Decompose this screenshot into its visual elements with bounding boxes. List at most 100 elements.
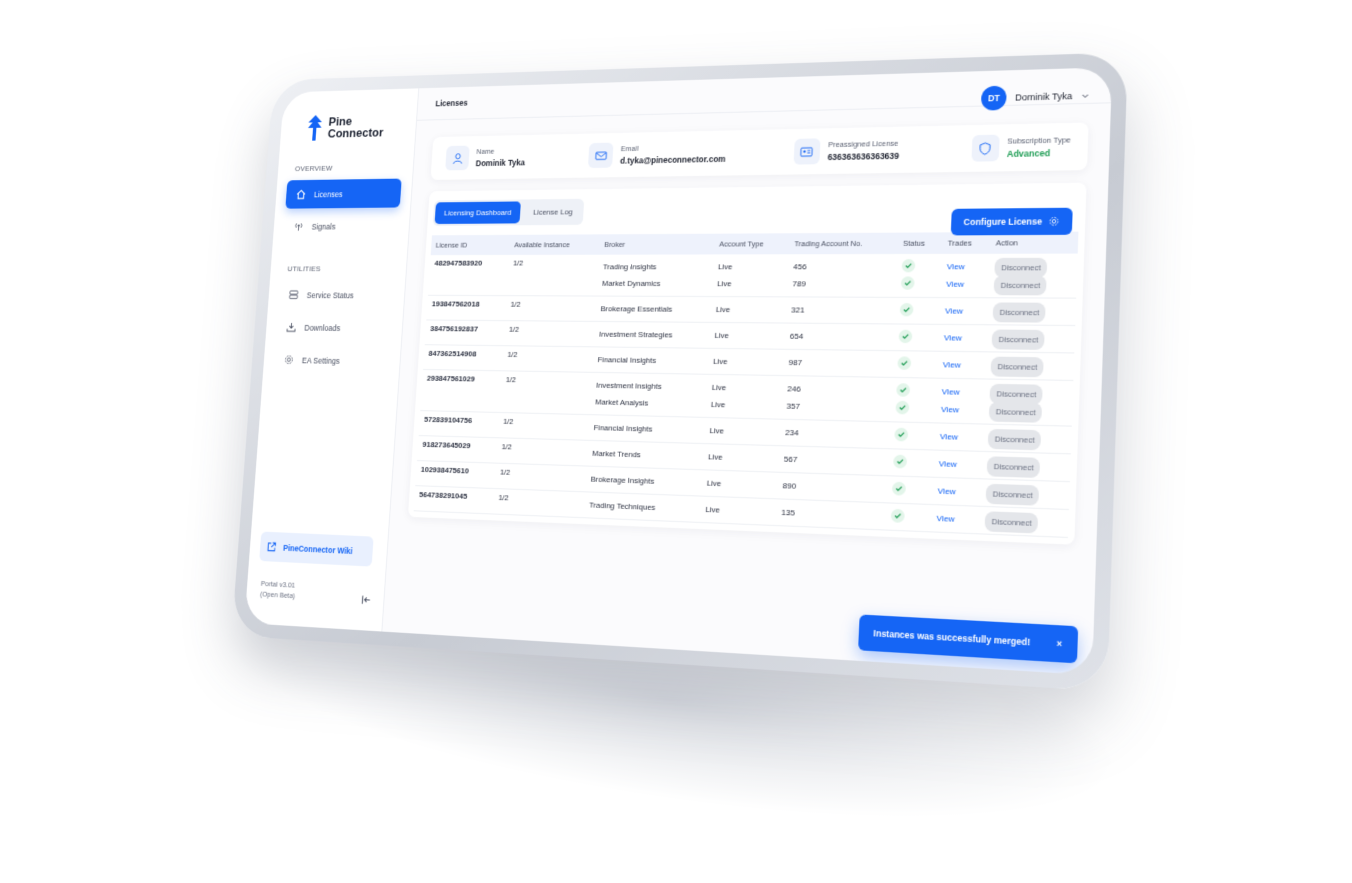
breadcrumb: Licenses [435, 98, 468, 109]
disconnect-button[interactable]: Disconnect [992, 302, 1047, 323]
license-id: 918273645029 [422, 439, 471, 451]
disconnect-button[interactable]: Disconnect [988, 401, 1043, 423]
view-trades-link[interactable]: View [945, 302, 983, 320]
license-id-cell: 918273645029 [416, 435, 498, 464]
view-trades-link[interactable]: View [941, 401, 979, 420]
account-info-panel: Name Dominik Tyka Email d.tyka@pineconne… [430, 122, 1089, 180]
tab-licensing-dashboard[interactable]: Licensing Dashboard [434, 201, 522, 225]
view-trades-link[interactable]: View [939, 428, 977, 447]
sidebar-item-ea-settings[interactable]: EA Settings [273, 345, 390, 376]
status-indicator [898, 329, 934, 347]
collapse-sidebar-icon[interactable] [361, 594, 371, 605]
available-cell: 1/2 [504, 295, 597, 322]
sidebar-item-label: Downloads [304, 322, 341, 333]
view-trades-link[interactable]: View [937, 482, 976, 501]
account-number: 246 [787, 384, 801, 394]
available-cell: 1/2 [496, 437, 589, 467]
external-link-icon [267, 541, 277, 552]
acc-cell: 234 [779, 419, 891, 449]
overview-section-label: OVERVIEW [294, 164, 333, 173]
license-id-cell: 384756192837 [424, 319, 505, 346]
col-broker: Broker [599, 233, 716, 255]
available-instance: 1/2 [505, 375, 517, 385]
license-id-cell: 293847561029 [420, 369, 502, 413]
main-content: Licenses DT Dominik Tyka Name Dominik Ty… [382, 67, 1113, 675]
status-cell [894, 297, 941, 325]
broker-cell: Financial Insights [588, 414, 706, 444]
sidebar-item-label: EA Settings [301, 355, 340, 366]
account-type: Live [712, 356, 728, 367]
view-trades-link[interactable]: View [944, 329, 982, 347]
wiki-link[interactable]: PineConnector Wiki [259, 531, 374, 567]
pine-logo-icon [307, 114, 323, 141]
info-license: Preassigned License 636363636363639 [793, 137, 900, 165]
disconnect-button[interactable]: Disconnect [987, 428, 1042, 451]
sidebar-item-downloads[interactable]: Downloads [275, 313, 392, 343]
account-number: 567 [783, 454, 798, 465]
acc-cell: 321 [785, 296, 896, 324]
view-trades-link[interactable]: View [941, 383, 979, 401]
account-number: 321 [790, 305, 805, 315]
sidebar-item-signals[interactable]: Signals [283, 211, 400, 241]
user-name: Dominik Tyka [1014, 90, 1073, 103]
status-indicator [892, 481, 927, 500]
disconnect-button[interactable]: Disconnect [986, 456, 1041, 479]
logo[interactable]: Pine Connector [305, 112, 416, 141]
action-cell: Disconnect [982, 424, 1072, 454]
disconnect-button[interactable]: Disconnect [991, 329, 1046, 350]
table-body: 482947583920 1/2 Trading Insights Market Dy… [413, 253, 1078, 538]
view-trades-link[interactable]: View [946, 275, 984, 293]
action-cell: Disconnect [979, 506, 1069, 538]
status-indicator [895, 400, 930, 418]
check-icon [901, 259, 916, 273]
available-cell: 1/2 [501, 345, 594, 373]
trades-cell: View [939, 297, 989, 325]
account-number: 234 [785, 427, 799, 438]
status-indicator [890, 508, 927, 527]
disconnect-button[interactable]: Disconnect [984, 511, 1039, 534]
account-number: 890 [782, 481, 797, 491]
view-trades-link[interactable]: View [938, 455, 977, 474]
acc-cell: 567 [778, 445, 889, 476]
trades-cell: View [934, 422, 984, 452]
view-trades-link[interactable]: View [936, 509, 975, 528]
status-indicator [894, 427, 929, 446]
broker-name: Financial Insights [597, 355, 657, 365]
close-icon[interactable]: × [1056, 638, 1062, 649]
disconnect-button[interactable]: Disconnect [990, 356, 1045, 378]
account-type: Live [707, 452, 723, 462]
available-instance: 1/2 [499, 467, 511, 477]
view-trades-link[interactable]: View [942, 356, 980, 374]
account-type: Live [709, 426, 725, 436]
sidebar-item-licenses[interactable]: Licenses [285, 178, 402, 209]
avatar: DT [980, 85, 1008, 111]
sidebar-item-service-status[interactable]: Service Status [278, 280, 395, 309]
account-type: Live [706, 478, 722, 489]
broker-name: Trading Insights [602, 262, 657, 272]
type-cell: Live [702, 443, 780, 473]
account-type: Live [714, 330, 730, 341]
type-cell: Live [699, 496, 778, 526]
broker-name: Trading Techniques [588, 500, 656, 513]
license-id-cell: 847362514908 [423, 344, 504, 371]
tab-license-log[interactable]: License Log [523, 201, 582, 224]
account-type: Live [705, 504, 721, 515]
status-cell [888, 421, 936, 451]
disconnect-button[interactable]: Disconnect [993, 275, 1047, 296]
wiki-label: PineConnector Wiki [282, 542, 353, 556]
licenses-table: License ID Available Instance Broker Acc… [413, 231, 1079, 538]
subscription-label: Subscription Type [1007, 135, 1071, 146]
trades-cell: View [936, 351, 987, 379]
disconnect-button[interactable]: Disconnect [985, 483, 1040, 506]
configure-license-button[interactable]: Configure License [950, 207, 1073, 236]
subscription-value: Advanced [1006, 147, 1051, 160]
view-trades-link[interactable]: View [946, 258, 984, 276]
download-icon [286, 322, 296, 332]
trades-cell: View View [935, 378, 986, 425]
available-instance: 1/2 [512, 258, 524, 268]
version-line2: (Open Beta) [259, 589, 296, 601]
user-menu[interactable]: DT Dominik Tyka [980, 83, 1090, 111]
col-available-instance: Available Instance [509, 234, 601, 255]
check-icon [900, 276, 915, 290]
broker-cell: Trading Insights Market Dynamics [596, 254, 714, 297]
